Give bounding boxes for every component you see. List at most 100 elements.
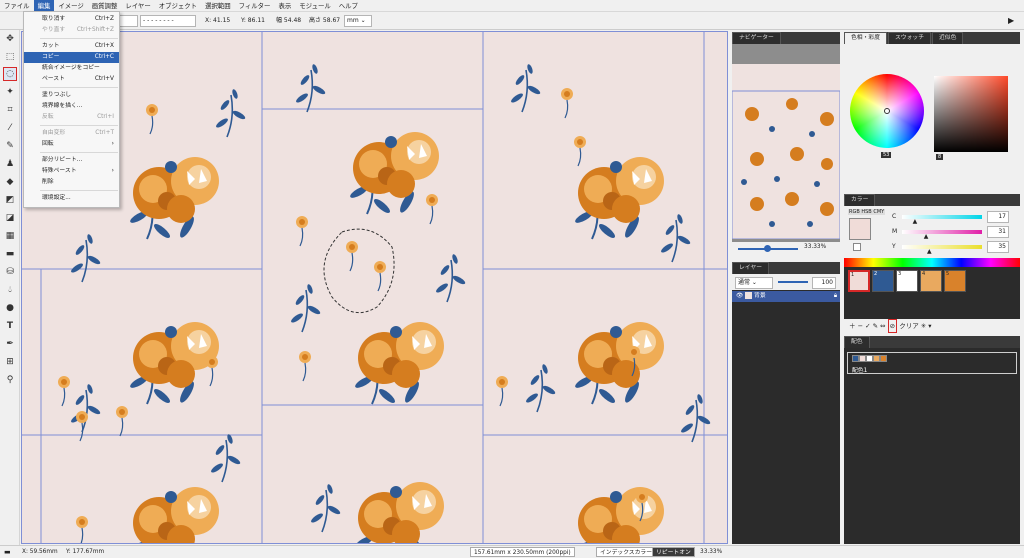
navigator-thumbnail[interactable] bbox=[732, 64, 840, 239]
smudge-tool-icon[interactable]: ● bbox=[3, 301, 17, 315]
blend-mode-select[interactable]: 通常 ⌄ bbox=[735, 277, 773, 289]
edit-menu-item[interactable]: 特殊ペースト › bbox=[24, 166, 119, 177]
swatch-4[interactable]: 4 bbox=[920, 270, 942, 292]
slider-thumb-icon[interactable]: ▲ bbox=[924, 233, 929, 240]
edit-menu-item[interactable]: ペースト Ctrl+V bbox=[24, 74, 119, 85]
repeat-toggle[interactable]: リピートオン bbox=[652, 547, 695, 557]
edit-menu-item[interactable]: 取り消す Ctrl+Z bbox=[24, 14, 119, 25]
opacity-field[interactable]: 100 bbox=[812, 277, 836, 289]
settings-icon[interactable]: ✳ ▾ bbox=[921, 322, 932, 330]
edit-menu-item[interactable]: 統合イメージをコピー bbox=[24, 63, 119, 74]
crop-tool-icon[interactable]: ⌗ bbox=[3, 103, 17, 117]
swatch-5[interactable]: 5 bbox=[944, 270, 966, 292]
tab-hue-saturation[interactable]: 色相・彩度 bbox=[844, 32, 887, 44]
swatch-1[interactable]: 1 bbox=[848, 270, 870, 292]
eraser-tool-icon[interactable]: ◆ bbox=[3, 175, 17, 189]
channel-slider[interactable] bbox=[902, 245, 982, 249]
edit-menu-item[interactable]: 自由変形 Ctrl+T bbox=[24, 128, 119, 139]
palette-tab[interactable]: 配色 bbox=[844, 336, 870, 348]
color-panel-header: 色相・彩度 スウォッチ 近似色 bbox=[844, 32, 1020, 44]
fill-bucket-icon[interactable]: ◩ bbox=[3, 193, 17, 207]
channel-value-field[interactable]: 35 bbox=[987, 241, 1009, 253]
edit-menu-item[interactable]: 反転 Ctrl+I bbox=[24, 112, 119, 123]
channel-value-field[interactable]: 31 bbox=[987, 226, 1009, 238]
edit-menu-item[interactable]: 部分リピート... bbox=[24, 155, 119, 166]
color-mode-tabs[interactable]: RGB HSB CMY bbox=[848, 209, 886, 215]
color-tab[interactable]: カラー bbox=[844, 194, 876, 206]
navigator-tab[interactable]: ナビゲーター bbox=[732, 32, 781, 44]
magic-wand-icon[interactable]: ✦ bbox=[3, 85, 17, 99]
exclude-color-icon[interactable]: ⊘ bbox=[887, 319, 898, 333]
slider-thumb-icon[interactable]: ▲ bbox=[913, 218, 918, 225]
edit-menu-item[interactable]: 塗りつぶし bbox=[24, 90, 119, 101]
spectrum-bar[interactable] bbox=[844, 258, 1020, 267]
lock-icon[interactable]: 🔒︎ bbox=[834, 291, 837, 302]
unit-select[interactable]: mm ⌄ bbox=[344, 15, 372, 27]
eyedropper-icon[interactable]: ⁄ bbox=[3, 121, 17, 135]
edit-icon[interactable]: ✎ bbox=[873, 322, 881, 330]
menu-item-label: 特殊ペースト bbox=[42, 168, 77, 174]
menu-1[interactable]: 編集 bbox=[33, 0, 55, 12]
zoom-slider-thumb[interactable] bbox=[764, 245, 771, 252]
lasso-tool-icon[interactable]: ◌ bbox=[3, 67, 17, 81]
remove-icon[interactable]: − bbox=[858, 322, 866, 330]
edit-menu-item[interactable]: 削除 bbox=[24, 177, 119, 188]
add-icon[interactable]: ＋ bbox=[849, 322, 856, 330]
edit-menu-item[interactable]: 境界線を描く... bbox=[24, 101, 119, 112]
menu-item-shortcut: Ctrl+T bbox=[95, 130, 114, 136]
channel-slider[interactable] bbox=[902, 230, 982, 234]
rectangle-shape-icon[interactable]: ▬ bbox=[3, 247, 17, 261]
menu-5[interactable]: オブジェクト bbox=[155, 0, 201, 12]
bucket-tool-icon[interactable]: ⛁ bbox=[3, 265, 17, 279]
edit-menu-item[interactable]: カット Ctrl+X bbox=[24, 41, 119, 52]
saturation-square[interactable] bbox=[934, 76, 1008, 152]
pen-tool-icon[interactable]: ✒ bbox=[3, 337, 17, 351]
palette-color-chip bbox=[866, 355, 873, 362]
text-tool-icon[interactable]: T bbox=[3, 319, 17, 333]
canvas[interactable] bbox=[21, 31, 728, 544]
layers-tab[interactable]: レイヤー bbox=[732, 262, 770, 274]
check-icon[interactable]: ✓ bbox=[865, 322, 870, 330]
color-mode-indicator[interactable]: インデックスカラー bbox=[596, 547, 656, 557]
eye-icon[interactable]: 👁︎ bbox=[736, 293, 743, 299]
menu-7[interactable]: フィルター bbox=[235, 0, 275, 12]
edit-menu-item[interactable]: 環境設定... bbox=[24, 193, 119, 204]
tab-similar-colors[interactable]: 近似色 bbox=[932, 32, 964, 44]
tab-swatches[interactable]: スウォッチ bbox=[888, 32, 931, 44]
swatch-2[interactable]: 2 bbox=[872, 270, 894, 292]
menu-4[interactable]: レイヤー bbox=[121, 0, 154, 12]
channel-value-field[interactable]: 17 bbox=[987, 211, 1009, 223]
menu-0[interactable]: ファイル bbox=[0, 0, 34, 12]
slider-thumb-icon[interactable]: ▲ bbox=[927, 248, 932, 255]
clear-button[interactable]: クリア bbox=[899, 322, 919, 330]
menu-6[interactable]: 選択範囲 bbox=[201, 0, 235, 12]
opacity-slider[interactable] bbox=[778, 281, 808, 283]
menu-9[interactable]: モジュール bbox=[295, 0, 335, 12]
swatch-3[interactable]: 3 bbox=[896, 270, 918, 292]
line-style-select[interactable]: - - - - - - - - bbox=[140, 15, 196, 27]
fill-bucket-alt-icon[interactable]: ◪ bbox=[3, 211, 17, 225]
menu-3[interactable]: 画質調整 bbox=[88, 0, 122, 12]
palette-entry[interactable]: 配色1 bbox=[847, 352, 1017, 374]
grid-tool-icon[interactable]: ⊞ bbox=[3, 355, 17, 369]
drop-tool-icon[interactable]: 💧︎ bbox=[3, 283, 17, 297]
layer-row-background[interactable]: 👁︎ 背景 🔒︎ bbox=[732, 291, 840, 302]
expand-arrow-icon[interactable]: ▶ bbox=[1008, 15, 1014, 27]
menu-2[interactable]: イメージ bbox=[54, 0, 87, 12]
brush-tool-icon[interactable]: ✎ bbox=[3, 139, 17, 153]
menu-8[interactable]: 表示 bbox=[274, 0, 295, 12]
wheel-cursor[interactable] bbox=[884, 108, 890, 114]
edit-menu-item[interactable]: コピー Ctrl+C bbox=[24, 52, 119, 63]
menu-10[interactable]: ヘルプ bbox=[335, 0, 362, 12]
rect-select-tool-icon[interactable]: ⬚ bbox=[3, 50, 17, 64]
foreground-color-swatch[interactable] bbox=[849, 218, 871, 240]
swap-icon[interactable]: ⇔ bbox=[880, 322, 885, 330]
zoom-tool-icon[interactable]: ⚲ bbox=[3, 373, 17, 387]
stamp-tool-icon[interactable]: ♟ bbox=[3, 157, 17, 171]
pattern-tool-icon[interactable]: ▦ bbox=[3, 229, 17, 243]
edit-menu-item[interactable]: やり直す Ctrl+Shift+Z bbox=[24, 25, 119, 36]
background-color-swatch[interactable] bbox=[853, 243, 861, 251]
edit-menu-item[interactable]: 回転 › bbox=[24, 139, 119, 150]
hue-wheel[interactable] bbox=[850, 74, 924, 148]
move-tool-icon[interactable]: ✥ bbox=[3, 32, 17, 46]
